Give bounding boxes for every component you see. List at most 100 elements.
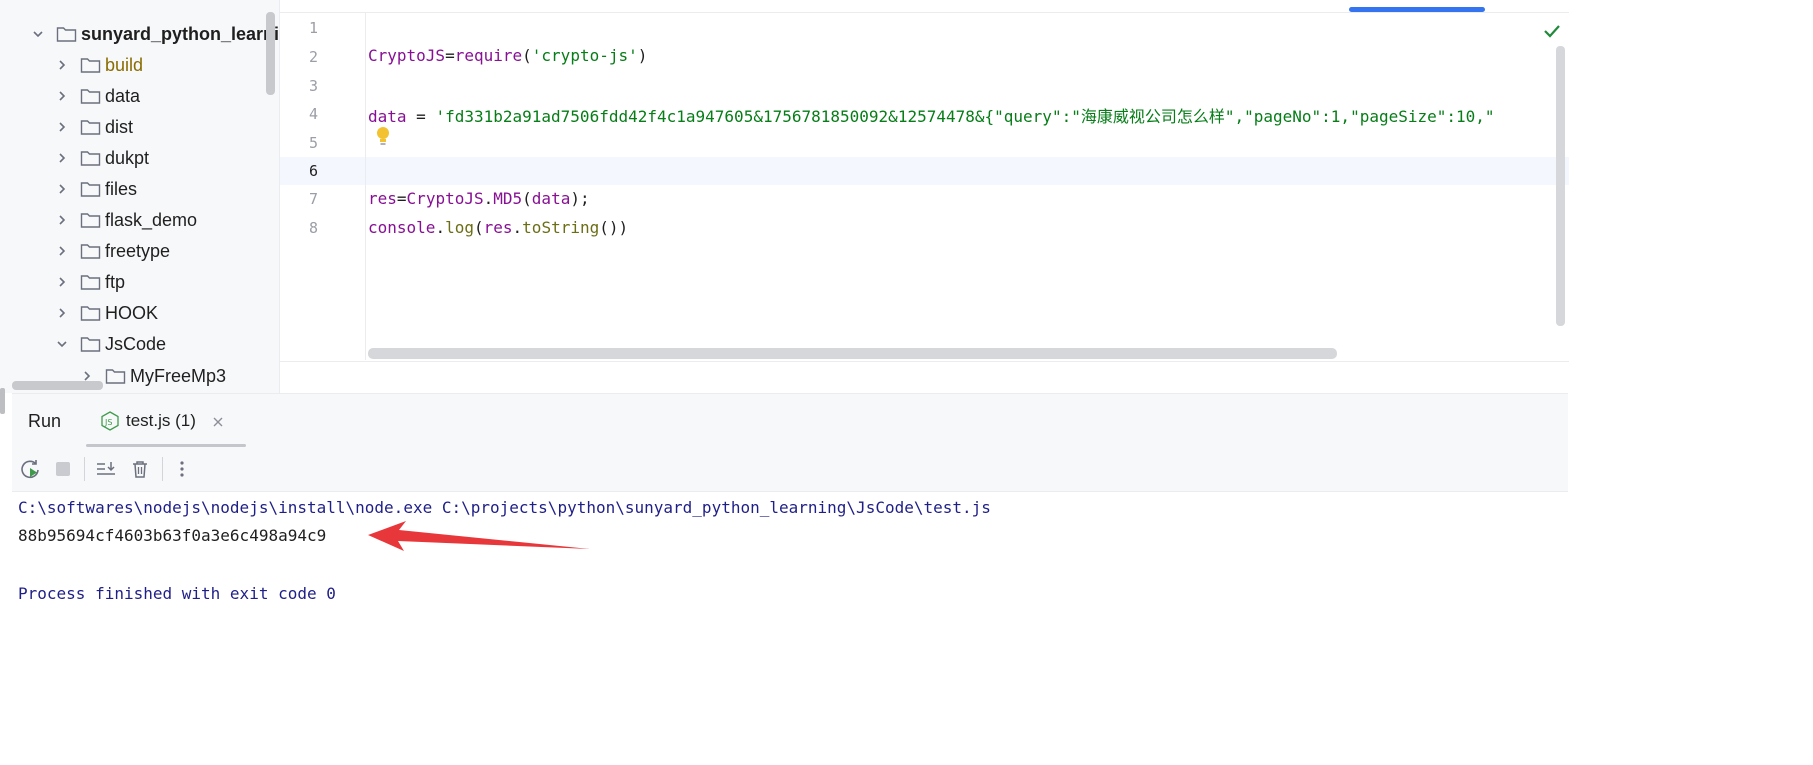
tree-item-label: files	[105, 178, 138, 199]
toolbar-separator	[84, 457, 85, 481]
chevron-right-icon[interactable]	[56, 152, 68, 164]
code-token: ())	[599, 218, 629, 237]
tree-item-label: MyFreeMp3	[130, 365, 227, 386]
tree-item-label: flask_demo	[105, 209, 198, 230]
toolbar-separator	[162, 457, 163, 481]
more-options-icon[interactable]	[170, 457, 194, 481]
js-file-icon: JS	[100, 411, 120, 431]
run-panel-title: Run	[28, 411, 62, 431]
tree-item-label: sunyard_python_learning	[81, 23, 279, 44]
code-line-8[interactable]: console.log(res.toString())	[368, 218, 628, 237]
folder-icon	[80, 335, 101, 353]
code-token: require	[454, 46, 523, 65]
tree-item-label: dist	[105, 116, 134, 137]
code-token: data	[368, 107, 407, 126]
chevron-down-icon[interactable]	[32, 28, 44, 40]
lightbulb-icon[interactable]	[376, 126, 390, 148]
chevron-right-icon[interactable]	[56, 307, 68, 319]
code-token: CryptoJS	[368, 46, 446, 65]
tree-item-dist[interactable]: dist	[56, 113, 133, 141]
code-token: console	[368, 218, 436, 237]
stop-icon[interactable]	[51, 457, 75, 481]
code-token: .	[435, 218, 446, 237]
current-line-highlight	[280, 157, 1569, 185]
code-token: );	[570, 189, 590, 208]
folder-icon	[80, 304, 101, 322]
tree-item-label: JsCode	[105, 333, 167, 354]
folder-icon	[80, 180, 101, 198]
tree-item-build[interactable]: build	[56, 51, 143, 79]
tab-label: test.js (1)	[126, 411, 196, 430]
tree-horizontal-scrollbar[interactable]	[12, 381, 103, 390]
tree-item-label: dukpt	[105, 147, 150, 168]
svg-text:JS: JS	[104, 418, 112, 427]
tree-item-data[interactable]: data	[56, 82, 140, 110]
chevron-down-icon[interactable]	[56, 338, 68, 350]
run-panel-header: Run JS test.js (1)	[12, 393, 1568, 448]
chevron-right-icon[interactable]	[56, 214, 68, 226]
scroll-to-end-icon[interactable]	[94, 457, 118, 481]
tree-item-label: freetype	[105, 240, 171, 261]
chevron-right-icon[interactable]	[56, 59, 68, 71]
code-token: =	[406, 107, 436, 126]
code-editor[interactable]: 1 2 3 4 5 6 7 8 CryptoJS=require('crypto…	[279, 0, 1569, 393]
folder-icon	[80, 56, 101, 74]
run-toolbar	[12, 447, 1568, 492]
line-number: 2	[308, 48, 318, 66]
code-token: .	[483, 189, 494, 208]
code-token: (	[473, 218, 484, 237]
tree-item-root[interactable]: sunyard_python_learning	[32, 20, 279, 48]
trash-icon[interactable]	[128, 457, 152, 481]
tree-item-hook[interactable]: HOOK	[56, 299, 158, 327]
code-line-4[interactable]: data = 'fd331b2a91ad7506fdd42f4c1a947605…	[368, 103, 1495, 127]
folder-icon	[80, 87, 101, 105]
check-icon[interactable]	[1542, 22, 1562, 40]
chevron-right-icon[interactable]	[56, 121, 68, 133]
console-output-line: 88b95694cf4603b63f0a3e6c498a94c9	[18, 526, 327, 545]
code-token: log	[445, 218, 474, 237]
rerun-icon[interactable]	[18, 457, 42, 481]
code-token: (	[522, 189, 532, 208]
editor-vertical-scrollbar[interactable]	[1556, 46, 1565, 326]
code-token: 'fd331b2a91ad7506fdd42f4c1a947605&175678…	[435, 107, 1495, 126]
tree-item-label: build	[105, 54, 144, 75]
line-number: 5	[308, 134, 318, 152]
code-token: res	[483, 218, 513, 237]
annotation-arrow	[368, 521, 590, 551]
console-exit-line: Process finished with exit code 0	[18, 584, 336, 603]
editor-bottom-border	[280, 361, 1569, 362]
folder-icon	[80, 211, 101, 229]
code-line-2[interactable]: CryptoJS=require('crypto-js')	[368, 46, 647, 65]
run-tool-window: Run JS test.js (1) C:\softwares\nodejs\n…	[12, 393, 1568, 662]
editor-tab-bar-border	[280, 12, 1569, 13]
code-token: data	[531, 189, 571, 208]
tree-item-files[interactable]: files	[56, 175, 137, 203]
project-tree: sunyard_python_learning build data dist …	[0, 0, 279, 393]
tree-item-dukpt[interactable]: dukpt	[56, 144, 149, 172]
panel-resize-handle[interactable]	[0, 388, 5, 414]
line-number: 7	[308, 190, 318, 208]
tree-item-ftp[interactable]: ftp	[56, 268, 125, 296]
tab-test-js[interactable]: JS test.js (1)	[86, 398, 246, 444]
code-line-7[interactable]: res=CryptoJS.MD5(data);	[368, 189, 590, 208]
chevron-right-icon[interactable]	[56, 183, 68, 195]
tree-item-flask-demo[interactable]: flask_demo	[56, 206, 197, 234]
line-number: 1	[308, 19, 318, 37]
chevron-right-icon[interactable]	[56, 276, 68, 288]
tree-item-label: ftp	[105, 271, 126, 292]
tree-item-jscode[interactable]: JsCode	[56, 330, 166, 358]
line-number: 3	[308, 77, 318, 95]
tree-item-freetype[interactable]: freetype	[56, 237, 170, 265]
line-number: 8	[308, 219, 318, 237]
close-icon[interactable]	[212, 415, 224, 427]
code-token: MD5	[493, 189, 523, 208]
chevron-right-icon[interactable]	[56, 90, 68, 102]
line-number: 6	[308, 162, 318, 180]
tree-vertical-scrollbar[interactable]	[266, 12, 275, 95]
editor-horizontal-scrollbar[interactable]	[368, 348, 1337, 359]
folder-icon	[80, 273, 101, 291]
code-token: 'crypto-js'	[531, 46, 638, 65]
tree-item-label: HOOK	[105, 302, 159, 323]
chevron-right-icon[interactable]	[56, 245, 68, 257]
code-token: (	[522, 46, 532, 65]
